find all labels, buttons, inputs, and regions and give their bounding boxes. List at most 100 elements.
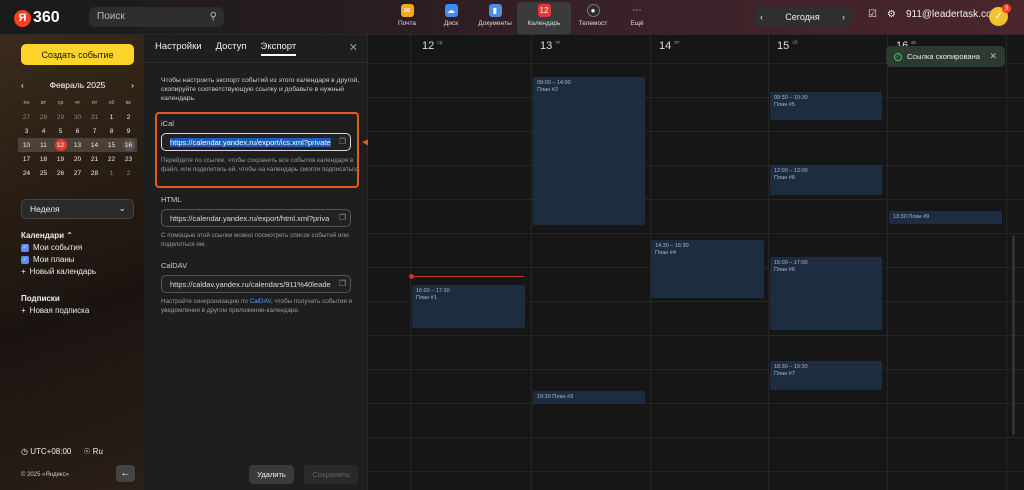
event-card[interactable]: 14:30 – 16:30 План #4 bbox=[651, 240, 764, 298]
calendar-day[interactable]: 5 bbox=[52, 124, 69, 138]
calendar-day[interactable]: 9 bbox=[120, 124, 137, 138]
calendar-my-events[interactable]: ✓ Мои события bbox=[21, 243, 96, 252]
event-card[interactable]: 12:00 – 13:00 План #8 bbox=[770, 165, 882, 195]
caldav-url-field[interactable]: https://caldav.yandex.ru/calendars/911%4… bbox=[161, 275, 351, 293]
event-card[interactable]: 13:30 План #9 bbox=[889, 211, 1002, 224]
calendar-day[interactable]: 8 bbox=[103, 124, 120, 138]
calendar-day[interactable]: 18 bbox=[35, 152, 52, 166]
calendar-day[interactable]: 2 bbox=[120, 110, 137, 124]
calendar-my-plans[interactable]: ✓ Мои планы bbox=[21, 255, 96, 264]
close-icon[interactable]: ✕ bbox=[349, 41, 358, 54]
calendar-day[interactable]: 3 bbox=[18, 124, 35, 138]
checkbox-checked-icon[interactable]: ✓ bbox=[21, 243, 29, 252]
create-event-button[interactable]: Создать событие bbox=[21, 44, 134, 65]
calendar-day-today[interactable]: 12 bbox=[52, 138, 69, 152]
calendar-day[interactable]: 29 bbox=[52, 110, 69, 124]
calendar-day[interactable]: 27 bbox=[18, 110, 35, 124]
new-calendar-link[interactable]: + Новый календарь bbox=[21, 267, 96, 276]
calendar-day[interactable]: 26 bbox=[52, 166, 69, 180]
grid-icon: ⋯ bbox=[632, 5, 642, 15]
day-header-15[interactable]: 15 сб bbox=[777, 40, 798, 52]
calendar-day[interactable]: 31 bbox=[86, 110, 103, 124]
calendar-day[interactable]: 30 bbox=[69, 110, 86, 124]
calendar-day[interactable]: 20 bbox=[69, 152, 86, 166]
day-header-12[interactable]: 12 ср bbox=[422, 40, 443, 52]
event-card[interactable]: 09:00 – 14:00 План #2 bbox=[533, 77, 645, 225]
calendar-day[interactable]: 28 bbox=[86, 166, 103, 180]
event-card[interactable]: 09:30 – 10:30 План #5 bbox=[770, 92, 882, 120]
calendar-day[interactable]: 17 bbox=[18, 152, 35, 166]
calendars-header[interactable]: Календари ⌃ bbox=[21, 231, 96, 240]
calendar-day[interactable]: 11 bbox=[35, 138, 52, 152]
day-header-14[interactable]: 14 пт bbox=[659, 40, 679, 52]
app-disk[interactable]: ☁ Диск bbox=[429, 2, 473, 34]
next-week-button[interactable]: › bbox=[842, 12, 845, 22]
day-number: 12 bbox=[422, 40, 435, 52]
close-icon[interactable]: ✕ bbox=[989, 51, 997, 62]
calendar-day[interactable]: 13 bbox=[69, 138, 86, 152]
app-mail-label: Почта bbox=[397, 20, 417, 27]
day-weekday: ср bbox=[437, 40, 443, 46]
tasks-check-icon[interactable]: ☑ bbox=[868, 9, 877, 20]
calendar-day[interactable]: 19 bbox=[52, 152, 69, 166]
day-number: 13 bbox=[540, 40, 553, 52]
day-header-13[interactable]: 13 чт bbox=[540, 40, 560, 52]
avatar[interactable]: ✓ 3 bbox=[989, 4, 1011, 26]
language-button[interactable]: ☉ Ru bbox=[83, 447, 103, 456]
caldav-hint-before: Настройте синхронизацию по bbox=[161, 298, 250, 305]
event-card[interactable]: 19:30 План #3 bbox=[533, 391, 645, 404]
calendar-day[interactable]: 23 bbox=[120, 152, 137, 166]
new-subscription-link[interactable]: + Новая подписка bbox=[21, 306, 89, 315]
today-button[interactable]: Сегодня bbox=[785, 12, 820, 22]
calendar-day[interactable]: 25 bbox=[35, 166, 52, 180]
calendar-day[interactable]: 16 bbox=[120, 138, 137, 152]
calendar-day[interactable]: 15 bbox=[103, 138, 120, 152]
calendar-day[interactable]: 6 bbox=[69, 124, 86, 138]
tab-settings[interactable]: Настройки bbox=[155, 41, 202, 56]
search-icon[interactable]: ⚲ bbox=[210, 11, 217, 22]
calendar-day[interactable]: 21 bbox=[86, 152, 103, 166]
prev-week-button[interactable]: ‹ bbox=[760, 12, 763, 22]
next-month-icon[interactable]: › bbox=[131, 80, 134, 90]
gear-icon[interactable]: ⚙ bbox=[887, 9, 896, 20]
timezone-button[interactable]: ◷ UTC+08:00 bbox=[21, 447, 71, 456]
html-url-field[interactable]: https://calendar.yandex.ru/export/html.x… bbox=[161, 209, 351, 227]
collapse-sidebar-button[interactable]: ← bbox=[116, 465, 135, 482]
yandex-360-logo[interactable]: Я 360 bbox=[14, 9, 60, 27]
caldav-link[interactable]: CalDAV bbox=[250, 298, 271, 305]
calendar-day[interactable]: 14 bbox=[86, 138, 103, 152]
calendar-day[interactable]: 1 bbox=[103, 166, 120, 180]
calendar-day[interactable]: 27 bbox=[69, 166, 86, 180]
tab-export[interactable]: Экспорт bbox=[260, 41, 297, 56]
calendar-day[interactable]: 10 bbox=[18, 138, 35, 152]
app-documents[interactable]: ▮ Документы bbox=[473, 2, 517, 34]
app-telemost[interactable]: ● Телемост bbox=[571, 2, 615, 34]
user-email[interactable]: 911@leadertask.com bbox=[906, 9, 1000, 20]
app-more[interactable]: ⋯ Ещё bbox=[615, 2, 659, 34]
app-calendar[interactable]: 12 Календарь bbox=[517, 2, 571, 34]
calendar-day[interactable]: 1 bbox=[103, 110, 120, 124]
event-card[interactable]: 15:00 – 17:00 План #6 bbox=[770, 257, 882, 330]
event-title: План #2 bbox=[537, 87, 558, 93]
scrollbar[interactable] bbox=[1012, 235, 1015, 435]
day-separator bbox=[1006, 35, 1007, 490]
app-mail[interactable]: ✉ Почта bbox=[385, 2, 429, 34]
event-card[interactable]: 16:00 – 17:30 План #1 bbox=[412, 285, 525, 328]
copy-icon[interactable]: ❐ bbox=[339, 213, 346, 222]
save-button[interactable]: Сохранить bbox=[304, 465, 358, 484]
tab-access[interactable]: Доступ bbox=[216, 41, 247, 56]
view-select[interactable]: Неделя ⌄ bbox=[21, 199, 134, 219]
search-input[interactable]: Поиск ⚲ bbox=[89, 7, 224, 27]
delete-button[interactable]: Удалить bbox=[249, 465, 294, 484]
event-time: 13:30 bbox=[893, 214, 907, 220]
calendar-day[interactable]: 7 bbox=[86, 124, 103, 138]
copy-icon[interactable]: ❐ bbox=[339, 279, 346, 288]
calendar-day[interactable]: 22 bbox=[103, 152, 120, 166]
calendar-day[interactable]: 4 bbox=[35, 124, 52, 138]
event-card[interactable]: 18:30 – 19:30 План #7 bbox=[770, 361, 882, 390]
checkbox-checked-icon[interactable]: ✓ bbox=[21, 255, 29, 264]
calendar-day[interactable]: 28 bbox=[35, 110, 52, 124]
prev-month-icon[interactable]: ‹ bbox=[21, 80, 24, 90]
calendar-day[interactable]: 2 bbox=[120, 166, 137, 180]
calendar-day[interactable]: 24 bbox=[18, 166, 35, 180]
